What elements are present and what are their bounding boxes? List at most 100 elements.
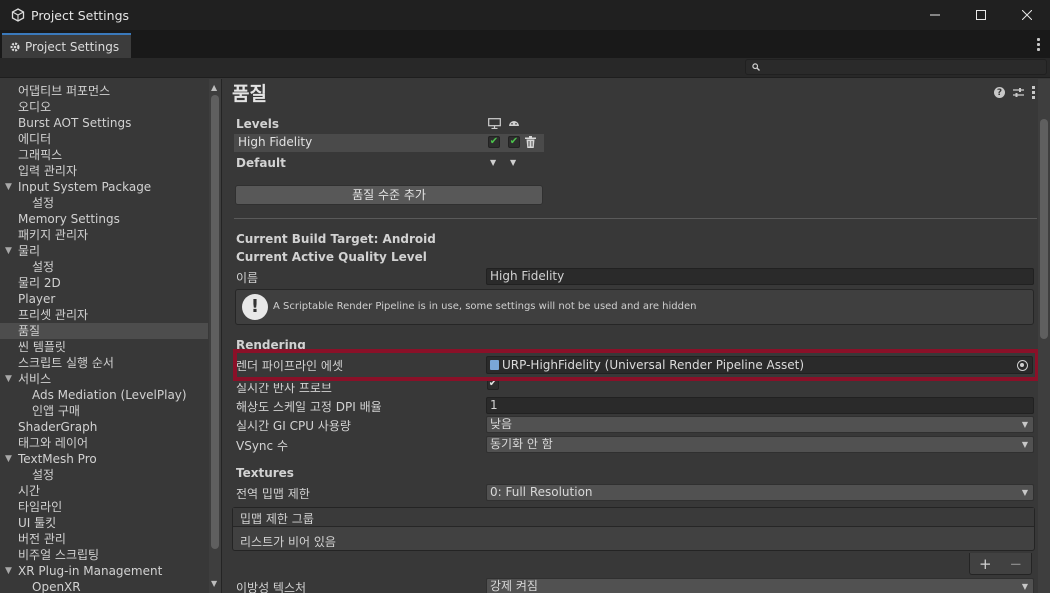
chevron-down-icon: ▼ xyxy=(1021,420,1028,429)
sidebar-item-label: 패키지 관리자 xyxy=(18,228,89,242)
tab-label: Project Settings xyxy=(25,39,120,54)
sidebar-item-label: 서비스 xyxy=(18,372,52,386)
mip-limit-dropdown[interactable]: 0: Full Resolution ▼ xyxy=(486,484,1034,501)
chevron-down-icon: ▼ xyxy=(1021,582,1028,591)
sidebar-item[interactable]: 씬 템플릿 xyxy=(0,339,208,355)
sidebar-item[interactable]: 태그와 레이어 xyxy=(0,435,208,451)
dpi-scale-field[interactable]: 1 xyxy=(486,397,1034,414)
sidebar-item[interactable]: 에디터 xyxy=(0,131,208,147)
search-input[interactable] xyxy=(745,59,1047,75)
anisotropic-dropdown[interactable]: 강제 켜짐 ▼ xyxy=(486,578,1034,593)
main-scroll-thumb[interactable] xyxy=(1040,119,1048,339)
help-icon[interactable]: ? xyxy=(994,87,1005,98)
expand-arrow-icon[interactable]: ▼ xyxy=(5,451,12,467)
quality-panel: 품질 ? Levels High Fidelity ✔ ✔ Default ▼ … xyxy=(222,79,1050,593)
sidebar-item[interactable]: 그래픽스 xyxy=(0,147,208,163)
sidebar-item-label: 씬 템플릿 xyxy=(18,340,66,354)
sidebar-item-label: 어댑티브 퍼포먼스 xyxy=(18,84,111,98)
sidebar-item-label: 설정 xyxy=(32,196,55,210)
list-footer: + − xyxy=(969,553,1032,575)
kebab-menu-icon[interactable] xyxy=(1036,38,1040,51)
vsync-value: 동기화 안 함 xyxy=(490,437,553,451)
gi-cpu-value: 낮음 xyxy=(490,417,513,431)
sidebar-item[interactable]: ▼ 물리 xyxy=(0,243,208,259)
sidebar-item[interactable]: Burst AOT Settings xyxy=(0,115,208,131)
page-title: 품질 xyxy=(232,83,267,105)
sidebar-item[interactable]: 버전 관리 xyxy=(0,531,208,547)
sidebar-item-label: 물리 xyxy=(18,244,41,258)
sidebar-item[interactable]: 어댑티브 퍼포먼스 xyxy=(0,83,208,99)
sidebar-item-label: 인앱 구매 xyxy=(32,404,80,418)
sidebar-item[interactable]: Player xyxy=(0,291,208,307)
mip-group-header: 밉맵 제한 그룹 xyxy=(240,512,314,526)
quality-level-row[interactable]: High Fidelity ✔ ✔ xyxy=(234,134,544,152)
sidebar-item[interactable]: 스크립트 실행 순서 xyxy=(0,355,208,371)
sidebar-item-label: 그래픽스 xyxy=(18,148,63,162)
sidebar-item[interactable]: 설정 xyxy=(0,467,208,483)
window-title: Project Settings xyxy=(31,7,130,23)
gi-cpu-label: 실시간 GI CPU 사용량 xyxy=(236,419,351,433)
sidebar-item[interactable]: 물리 2D xyxy=(0,275,208,291)
textures-header: Textures xyxy=(236,466,294,480)
minimize-button[interactable] xyxy=(912,0,958,30)
gi-cpu-dropdown[interactable]: 낮음 ▼ xyxy=(486,416,1034,433)
expand-arrow-icon[interactable]: ▼ xyxy=(5,179,12,195)
android-default-dropdown[interactable]: ▼ xyxy=(510,158,516,167)
sidebar-item[interactable]: 비주얼 스크립팅 xyxy=(0,547,208,563)
add-item-button[interactable]: + xyxy=(979,555,992,573)
remove-item-button[interactable]: − xyxy=(1009,555,1022,573)
main-scrollbar[interactable] xyxy=(1038,79,1050,593)
build-target-label: Current Build Target: Android xyxy=(236,232,436,246)
expand-arrow-icon[interactable]: ▼ xyxy=(5,371,12,387)
sidebar-item[interactable]: 인앱 구매 xyxy=(0,403,208,419)
mip-limit-value: 0: Full Resolution xyxy=(490,485,593,499)
title-bar: Project Settings xyxy=(0,0,1050,30)
sidebar-item[interactable]: 오디오 xyxy=(0,99,208,115)
sidebar-item-label: 시간 xyxy=(18,484,41,498)
vsync-dropdown[interactable]: 동기화 안 함 ▼ xyxy=(486,436,1034,453)
trash-icon[interactable] xyxy=(525,136,536,148)
standalone-level-checkbox[interactable]: ✔ xyxy=(488,136,500,148)
close-button[interactable] xyxy=(1004,0,1050,30)
sidebar-scroll-thumb[interactable] xyxy=(211,95,219,549)
sliders-icon[interactable] xyxy=(1013,87,1024,98)
sidebar-item[interactable]: ▼ XR Plug-in Management xyxy=(0,563,208,579)
sidebar-scrollbar[interactable]: ▲ ▼ xyxy=(209,79,221,593)
sidebar-item[interactable]: 타임라인 xyxy=(0,499,208,515)
expand-arrow-icon[interactable]: ▼ xyxy=(5,243,12,259)
add-quality-level-button[interactable]: 품질 수준 추가 xyxy=(235,185,543,205)
sidebar-item[interactable]: ▼ TextMesh Pro xyxy=(0,451,208,467)
scroll-up-icon[interactable]: ▲ xyxy=(211,83,217,92)
sidebar-item-label: Burst AOT Settings xyxy=(18,116,132,130)
standalone-default-dropdown[interactable]: ▼ xyxy=(490,158,496,167)
panel-menu-icon[interactable] xyxy=(1032,86,1035,99)
sidebar-item[interactable]: ▼ 서비스 xyxy=(0,371,208,387)
sidebar-item-label: 에디터 xyxy=(18,132,52,146)
android-level-checkbox[interactable]: ✔ xyxy=(508,136,520,148)
name-field[interactable]: High Fidelity xyxy=(486,268,1034,285)
sidebar-item[interactable]: 프리셋 관리자 xyxy=(0,307,208,323)
sidebar-item[interactable]: Memory Settings xyxy=(0,211,208,227)
sidebar-item[interactable]: ShaderGraph xyxy=(0,419,208,435)
active-level-label: Current Active Quality Level xyxy=(236,250,427,264)
name-label: 이름 xyxy=(236,271,259,285)
maximize-button[interactable] xyxy=(958,0,1004,30)
scroll-down-icon[interactable]: ▼ xyxy=(211,579,217,588)
sidebar-item[interactable]: 입력 관리자 xyxy=(0,163,208,179)
sidebar-item[interactable]: 시간 xyxy=(0,483,208,499)
sidebar-item-label: XR Plug-in Management xyxy=(18,564,163,578)
sidebar-item-label: 태그와 레이어 xyxy=(18,436,89,450)
tab-bar: Project Settings xyxy=(0,30,1050,58)
sidebar-item[interactable]: UI 툴킷 xyxy=(0,515,208,531)
sidebar-item[interactable]: OpenXR xyxy=(0,579,208,593)
expand-arrow-icon[interactable]: ▼ xyxy=(5,563,12,579)
sidebar-item[interactable]: Ads Mediation (LevelPlay) xyxy=(0,387,208,403)
sidebar-item[interactable]: 설정 xyxy=(0,195,208,211)
sidebar-item-label: 스크립트 실행 순서 xyxy=(18,356,114,370)
sidebar-item[interactable]: 품질 xyxy=(0,323,208,339)
sidebar-item[interactable]: ▼ Input System Package xyxy=(0,179,208,195)
srp-info-box: ! A Scriptable Render Pipeline is in use… xyxy=(235,289,1034,325)
sidebar-item[interactable]: 패키지 관리자 xyxy=(0,227,208,243)
tab-project-settings[interactable]: Project Settings xyxy=(2,33,131,58)
sidebar-item[interactable]: 설정 xyxy=(0,259,208,275)
